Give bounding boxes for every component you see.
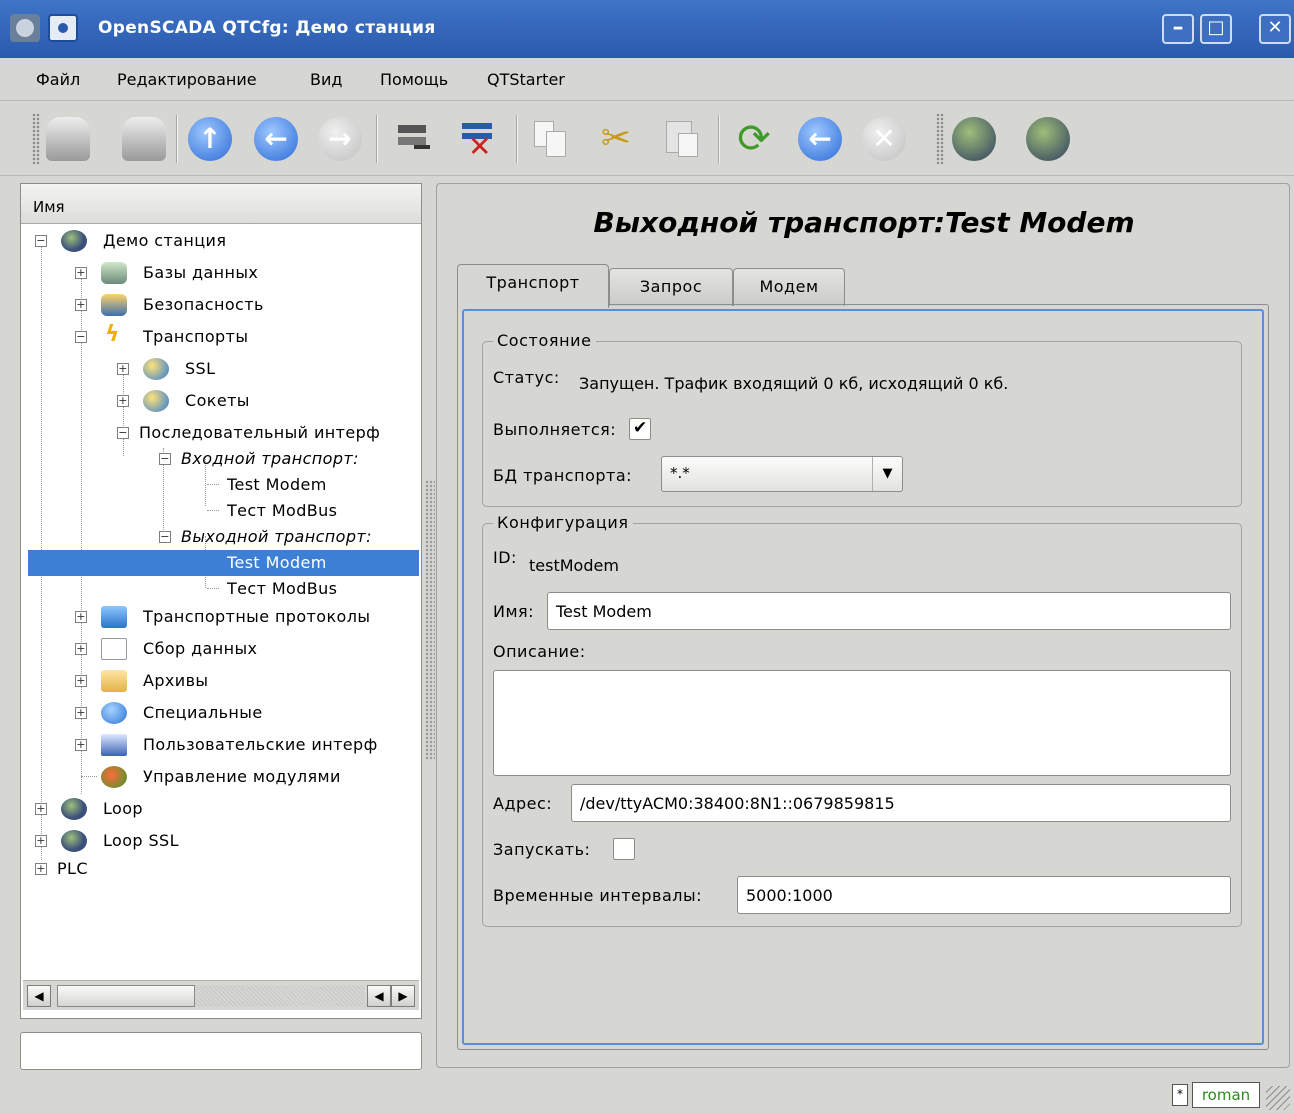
- db-transport-label: БД транспорта:: [493, 466, 633, 485]
- toolbar-grip[interactable]: [936, 113, 944, 165]
- description-field[interactable]: [493, 670, 1231, 776]
- configuration-group: Конфигурация ID: testModem Имя: Test Mod…: [482, 513, 1242, 927]
- scrollbar-thumb[interactable]: [57, 985, 195, 1007]
- archive-box-icon: [101, 670, 127, 692]
- running-checkbox[interactable]: [629, 418, 651, 440]
- menu-bar: Файл Редактирование Вид Помощь QTStarter: [0, 58, 1294, 100]
- station-icon: [61, 798, 87, 820]
- state-group-title: Состояние: [493, 331, 596, 350]
- tab-modem[interactable]: Модем: [733, 268, 845, 306]
- main-window: OpenSCADA QTCfg: Демо станция – □ ✕ Файл…: [0, 0, 1294, 1113]
- status-bar: * roman: [0, 1076, 1294, 1113]
- close-button[interactable]: ✕: [1259, 14, 1291, 44]
- lightning-icon: ϟ: [105, 322, 120, 347]
- status-message-field[interactable]: [20, 1032, 422, 1070]
- address-label: Адрес:: [493, 794, 553, 813]
- address-field[interactable]: /dev/ttyACM0:38400:8N1::0679859815: [571, 784, 1231, 822]
- tab-request[interactable]: Запрос: [609, 268, 733, 306]
- toolbar-separator: [176, 115, 178, 163]
- name-label: Имя:: [493, 602, 535, 621]
- window-menu-icon[interactable]: [48, 14, 78, 42]
- toolbar-separator: [516, 115, 518, 163]
- refresh-icon[interactable]: ⟳: [732, 117, 776, 161]
- tab-transport[interactable]: Транспорт: [457, 264, 609, 308]
- cut-icon[interactable]: ✂: [594, 117, 638, 161]
- station-config-icon[interactable]: [952, 117, 996, 161]
- id-label: ID:: [493, 548, 517, 567]
- tree-horizontal-scrollbar[interactable]: ◀ ◀ ▶: [23, 980, 419, 1010]
- delete-item-icon[interactable]: ✕: [456, 117, 500, 161]
- menu-edit[interactable]: Редактирование: [117, 70, 257, 89]
- chevron-down-icon[interactable]: ▼: [872, 457, 902, 491]
- intervals-label: Временные интервалы:: [493, 886, 703, 905]
- modules-icon: [101, 766, 127, 788]
- copy-icon[interactable]: [528, 117, 572, 161]
- tree-column-header[interactable]: Имя: [21, 184, 421, 224]
- id-value: testModem: [529, 556, 619, 575]
- tree-body: − Демо станция + Базы данных + Безопасно…: [21, 224, 421, 980]
- menu-help[interactable]: Помощь: [380, 70, 448, 89]
- station-config-2-icon[interactable]: [1026, 117, 1070, 161]
- sockets-icon: [143, 390, 169, 412]
- resize-grip-icon[interactable]: [1266, 1086, 1290, 1110]
- scroll-right-icon[interactable]: ▶: [391, 985, 415, 1007]
- name-field[interactable]: Test Modem: [547, 592, 1231, 630]
- maximize-button[interactable]: □: [1200, 14, 1232, 44]
- running-label: Выполняется:: [493, 420, 617, 439]
- help-icon: [101, 702, 127, 724]
- toolbar-grip[interactable]: [32, 113, 40, 165]
- tab-content-frame: Состояние Статус: Запущен. Трафик входящ…: [457, 304, 1269, 1050]
- db-load-icon[interactable]: [46, 117, 90, 161]
- up-icon[interactable]: ↑: [188, 117, 232, 161]
- db-transport-select[interactable]: *.* ▼: [661, 456, 903, 492]
- configuration-group-title: Конфигурация: [493, 513, 633, 532]
- start-icon[interactable]: ←: [798, 117, 842, 161]
- autostart-checkbox[interactable]: [613, 838, 635, 860]
- monitor-icon: [101, 734, 127, 756]
- autostart-label: Запускать:: [493, 840, 591, 859]
- forward-icon[interactable]: →: [318, 117, 362, 161]
- toolbar-separator: [376, 115, 378, 163]
- stop-icon[interactable]: ✕: [862, 117, 906, 161]
- paste-icon[interactable]: [660, 117, 704, 161]
- status-value: Запущен. Трафик входящий 0 кб, исходящий…: [579, 374, 1009, 393]
- navigation-tree[interactable]: Имя − Демо станция + Базы данных + Безоп…: [20, 183, 422, 1019]
- minimize-button[interactable]: –: [1162, 14, 1194, 44]
- intervals-field[interactable]: 5000:1000: [737, 876, 1231, 914]
- menu-view[interactable]: Вид: [310, 70, 342, 89]
- modified-flag[interactable]: *: [1172, 1084, 1188, 1106]
- ssl-icon: [143, 358, 169, 380]
- panel-splitter[interactable]: [425, 480, 435, 760]
- toolbar-separator: [718, 115, 720, 163]
- app-icon: [10, 14, 40, 42]
- station-icon: [61, 230, 87, 252]
- folder-icon: [101, 606, 127, 628]
- tree-item-output-test-modem[interactable]: Test Modem: [28, 550, 419, 576]
- back-icon[interactable]: ←: [254, 117, 298, 161]
- state-group: Состояние Статус: Запущен. Трафик входящ…: [482, 331, 1242, 507]
- tab-content: Состояние Статус: Запущен. Трафик входящ…: [462, 309, 1264, 1045]
- db-save-icon[interactable]: [122, 117, 166, 161]
- window-title: OpenSCADA QTCfg: Демо станция: [98, 18, 436, 38]
- chart-icon: [101, 638, 127, 660]
- scroll-left-icon[interactable]: ◀: [27, 985, 51, 1007]
- page-title: Выходной транспорт:Test Modem: [593, 206, 1135, 239]
- db-transport-value: *.*: [670, 464, 690, 482]
- toolbar: ↑ ← → ✕ ✂ ⟳ ← ✕: [0, 100, 1294, 176]
- current-user[interactable]: roman: [1192, 1082, 1260, 1108]
- description-label: Описание:: [493, 642, 586, 661]
- security-icon: [101, 294, 127, 316]
- database-icon: [101, 262, 127, 284]
- object-panel: Выходной транспорт:Test Modem Транспорт …: [436, 183, 1290, 1068]
- scrollbar-track[interactable]: [195, 985, 365, 1007]
- scroll-left-icon[interactable]: ◀: [367, 985, 391, 1007]
- station-icon: [61, 830, 87, 852]
- add-item-icon[interactable]: [392, 117, 436, 161]
- title-bar: OpenSCADA QTCfg: Демо станция – □ ✕: [0, 0, 1294, 58]
- menu-file[interactable]: Файл: [36, 70, 80, 89]
- menu-qtstarter[interactable]: QTStarter: [487, 70, 565, 89]
- status-label: Статус:: [493, 368, 560, 387]
